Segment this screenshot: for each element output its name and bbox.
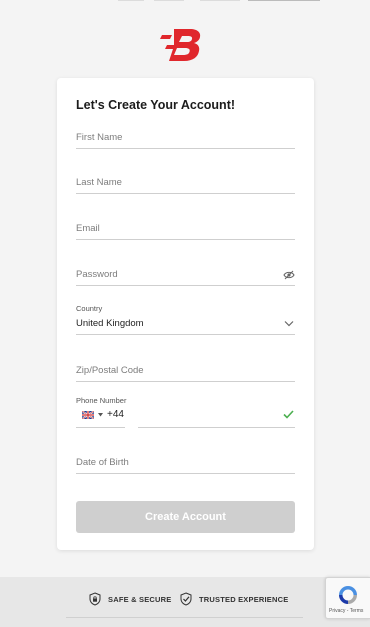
last-name-field[interactable]: Last Name (76, 176, 295, 194)
email-placeholder: Email (76, 223, 100, 234)
country-label: Country (76, 304, 103, 313)
footer-divider (66, 617, 303, 618)
caret-down-icon (98, 413, 103, 417)
chevron-down-icon[interactable] (284, 320, 294, 327)
dial-code: +44 (107, 409, 124, 420)
country-select[interactable]: Country United Kingdom (76, 304, 295, 335)
recaptcha-icon (339, 586, 357, 604)
eye-slash-icon[interactable] (283, 270, 295, 280)
trusted-experience-badge: TRUSTED EXPERIENCE (179, 591, 288, 607)
lock-shield-icon (89, 592, 101, 606)
check-shield-icon (180, 592, 192, 606)
footer: SAFE & SECURE TRUSTED EXPERIENCE (0, 577, 370, 627)
zip-placeholder: Zip/Postal Code (76, 365, 144, 376)
dob-field[interactable]: Date of Birth (76, 456, 295, 474)
password-placeholder: Password (76, 269, 118, 280)
check-icon (283, 410, 294, 419)
zip-field[interactable]: Zip/Postal Code (76, 363, 295, 382)
form-title: Let's Create Your Account! (76, 98, 236, 112)
password-field[interactable]: Password (76, 267, 295, 286)
recaptcha-badge[interactable]: Privacy - Terms (325, 577, 370, 619)
trusted-experience-label: TRUSTED EXPERIENCE (199, 594, 289, 604)
safe-secure-label: SAFE & SECURE (108, 594, 172, 604)
recaptcha-links[interactable]: Privacy - Terms (329, 608, 363, 614)
country-value: United Kingdom (76, 318, 144, 329)
top-nav-remnant (0, 0, 370, 4)
signup-card: Let's Create Your Account! First Name La… (57, 78, 314, 550)
last-name-placeholder: Last Name (76, 177, 122, 188)
safe-secure-badge: SAFE & SECURE (88, 591, 171, 607)
dob-placeholder: Date of Birth (76, 457, 129, 468)
first-name-field[interactable]: First Name (76, 131, 295, 149)
uk-flag-icon (82, 411, 94, 419)
create-account-button[interactable]: Create Account (76, 501, 295, 533)
brand-logo (160, 29, 201, 61)
first-name-placeholder: First Name (76, 132, 123, 143)
phone-number-field[interactable] (138, 396, 295, 428)
phone-country-code-select[interactable]: +44 (76, 396, 125, 428)
email-field[interactable]: Email (76, 222, 295, 240)
